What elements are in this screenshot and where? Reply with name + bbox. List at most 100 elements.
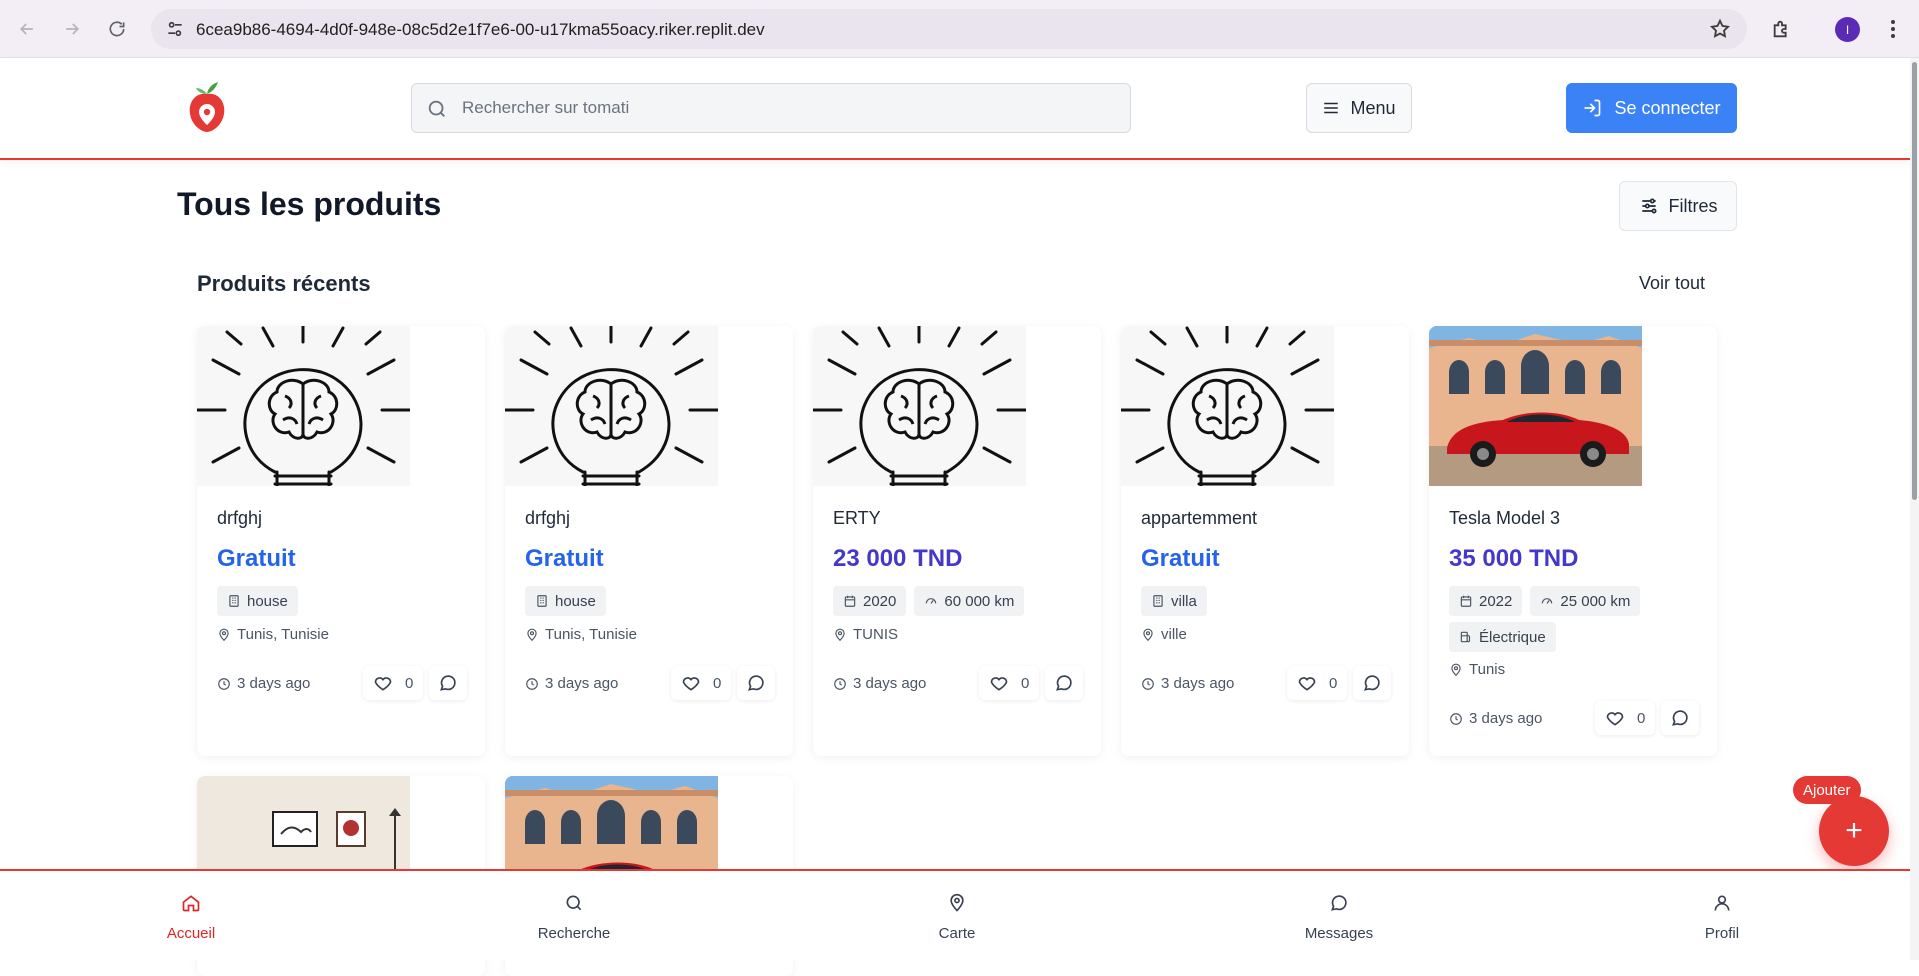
clock-icon <box>1142 677 1154 690</box>
clock-icon <box>1450 712 1462 725</box>
heart-icon <box>1298 677 1316 691</box>
calendar-icon <box>844 595 856 607</box>
nav-label: Profil <box>1704 925 1740 942</box>
map-pin-icon <box>1451 663 1461 676</box>
heart-icon <box>990 677 1008 691</box>
product-price: Gratuit <box>1141 545 1220 572</box>
tag-chip: 25 000 km <box>1530 586 1641 616</box>
nav-item-profil[interactable]: Profil <box>1652 893 1792 942</box>
clock-icon <box>218 677 230 690</box>
product-title[interactable]: drfghj <box>217 508 262 529</box>
reload-button[interactable] <box>102 14 132 44</box>
gauge-icon <box>926 598 937 604</box>
tag-chip: house <box>217 586 298 616</box>
plus-icon: + <box>1845 814 1863 847</box>
login-button[interactable]: Se connecter <box>1566 83 1737 133</box>
clock-icon <box>834 677 846 690</box>
nav-label: Carte <box>938 925 976 942</box>
comment-button[interactable] <box>1661 701 1699 735</box>
product-time: 3 days ago <box>1141 675 1234 692</box>
nav-label: Accueil <box>166 925 216 942</box>
profile-avatar[interactable]: I <box>1835 17 1860 42</box>
product-card[interactable]: Tesla Model 3 35 000 TND 2022 25 000 km … <box>1429 326 1717 756</box>
see-all-link[interactable]: Voir tout <box>1639 273 1705 294</box>
comment-button[interactable] <box>737 666 775 700</box>
menu-button[interactable]: Menu <box>1306 83 1412 133</box>
forward-button[interactable] <box>57 14 87 44</box>
filters-button[interactable]: Filtres <box>1619 181 1737 231</box>
map-pin-icon <box>1143 628 1153 641</box>
tag-label: 25 000 km <box>1560 592 1631 610</box>
card-footer: 3 days ago 0 <box>1141 666 1391 700</box>
search-icon <box>566 895 582 911</box>
product-card[interactable]: ERTY 23 000 TND 2020 60 000 km TUNIS 3 d… <box>813 326 1101 756</box>
site-settings-icon[interactable] <box>165 19 185 39</box>
url-text[interactable]: 6cea9b86-4694-4d0f-948e-08c5d2e1f7e6-00-… <box>196 20 765 40</box>
scrollbar-thumb[interactable] <box>1912 62 1917 500</box>
home-icon <box>182 895 200 912</box>
building-icon <box>1153 595 1163 607</box>
message-icon <box>1331 895 1347 911</box>
card-footer: 3 days ago 0 <box>1449 701 1699 735</box>
like-button[interactable]: 0 <box>979 666 1039 700</box>
message-icon <box>1672 710 1688 726</box>
product-title[interactable]: ERTY <box>833 508 881 529</box>
product-image <box>813 326 1026 486</box>
search-bar[interactable] <box>411 83 1131 133</box>
time-label: 3 days ago <box>853 675 927 692</box>
nav-label: Messages <box>1304 925 1374 942</box>
clock-icon <box>526 677 538 690</box>
product-title[interactable]: appartemment <box>1141 508 1257 529</box>
location-label: Tunis, Tunisie <box>545 626 637 643</box>
product-image <box>197 326 410 486</box>
product-title[interactable]: Tesla Model 3 <box>1449 508 1560 529</box>
comment-button[interactable] <box>1045 666 1083 700</box>
filters-label: Filtres <box>1668 195 1718 216</box>
like-button[interactable]: 0 <box>1595 701 1655 735</box>
logo-icon <box>189 82 225 132</box>
product-location: Tunis, Tunisie <box>217 626 329 643</box>
tag-label: 2022 <box>1479 592 1513 610</box>
product-location: TUNIS <box>833 626 898 643</box>
like-button[interactable]: 0 <box>671 666 731 700</box>
search-input[interactable] <box>462 84 1112 132</box>
product-time: 3 days ago <box>833 675 926 692</box>
section-title: Produits récents <box>197 271 371 296</box>
time-label: 3 days ago <box>1161 675 1235 692</box>
puzzle-icon <box>1773 20 1787 38</box>
map-pin-icon <box>219 628 229 641</box>
bottom-navigation: Accueil Recherche Carte Messages Profil <box>0 869 1910 960</box>
extensions-button[interactable] <box>1767 14 1797 44</box>
browser-toolbar: 6cea9b86-4694-4d0f-948e-08c5d2e1f7e6-00-… <box>0 0 1919 58</box>
like-button[interactable]: 0 <box>363 666 423 700</box>
product-time: 3 days ago <box>1449 710 1542 727</box>
sliders-icon <box>1641 198 1656 214</box>
address-bar[interactable]: 6cea9b86-4694-4d0f-948e-08c5d2e1f7e6-00-… <box>151 9 1747 49</box>
nav-item-messages[interactable]: Messages <box>1269 893 1409 942</box>
back-button[interactable] <box>12 14 42 44</box>
browser-menu-button[interactable] <box>1878 14 1908 44</box>
building-icon <box>229 595 239 607</box>
add-product-button[interactable]: + <box>1819 796 1889 866</box>
time-label: 3 days ago <box>1469 710 1543 727</box>
tomati-logo[interactable] <box>186 80 228 134</box>
like-count: 0 <box>713 674 722 692</box>
bookmark-star-icon[interactable] <box>1709 18 1731 40</box>
card-footer: 3 days ago 0 <box>525 666 775 700</box>
tag-label: 2020 <box>863 592 897 610</box>
nav-item-recherche[interactable]: Recherche <box>504 893 644 942</box>
product-tags: house <box>525 586 785 616</box>
tag-label: 60 000 km <box>944 592 1015 610</box>
comment-button[interactable] <box>429 666 467 700</box>
nav-item-carte[interactable]: Carte <box>887 893 1027 942</box>
building-icon <box>537 595 547 607</box>
comment-button[interactable] <box>1353 666 1391 700</box>
product-card[interactable]: drfghj Gratuit house Tunis, Tunisie 3 da… <box>505 326 793 756</box>
product-card[interactable]: appartemment Gratuit villa ville 3 days … <box>1121 326 1409 756</box>
product-card[interactable]: drfghj Gratuit house Tunis, Tunisie 3 da… <box>197 326 485 756</box>
like-button[interactable]: 0 <box>1287 666 1347 700</box>
login-label: Se connecter <box>1614 97 1721 118</box>
reload-icon <box>109 21 125 37</box>
nav-item-accueil[interactable]: Accueil <box>121 893 261 942</box>
product-title[interactable]: drfghj <box>525 508 570 529</box>
